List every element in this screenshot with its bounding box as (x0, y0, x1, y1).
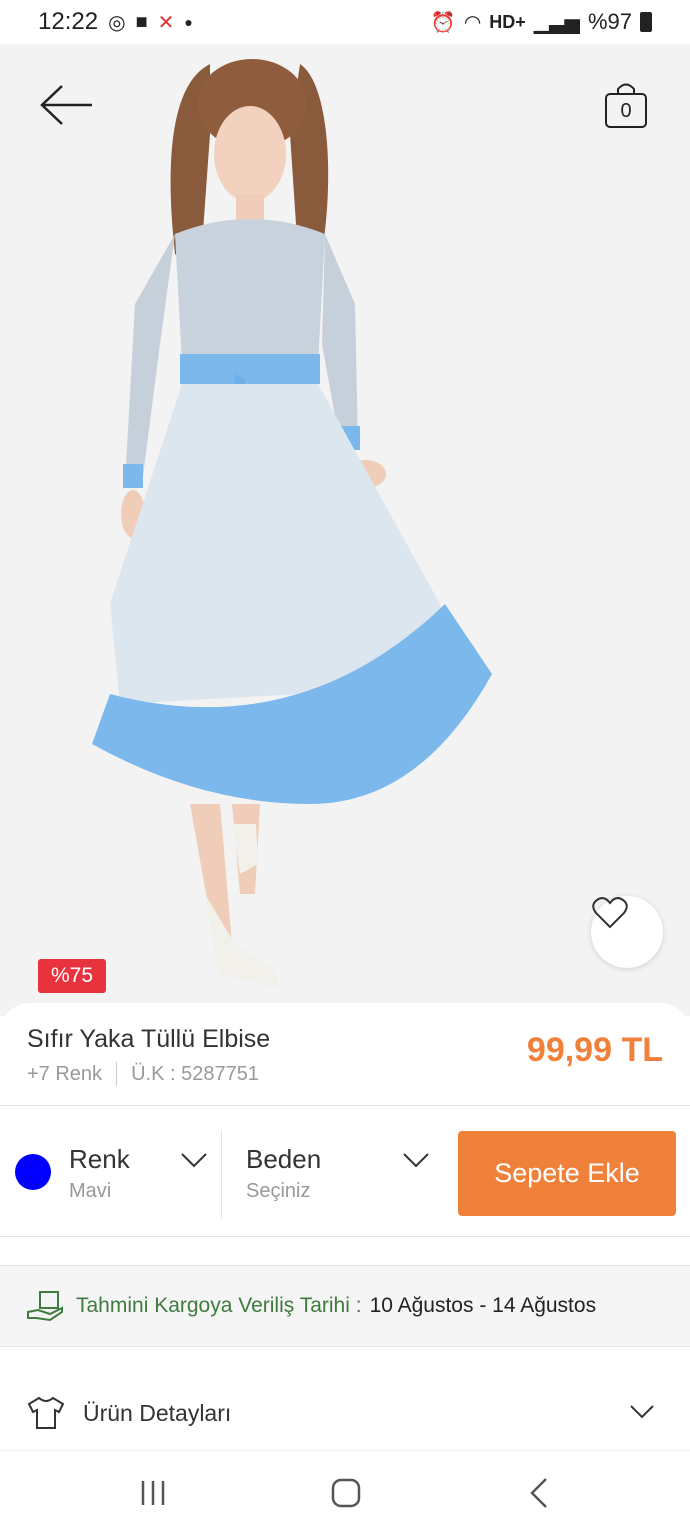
cargo-label: Tahmini Kargoya Veriliş Tarihi : (76, 1294, 362, 1317)
color-value: Mavi (69, 1180, 112, 1202)
color-label: Renk (69, 1144, 130, 1174)
model-photo (0, 44, 690, 1016)
battery-text: %97 (587, 9, 632, 34)
dot-icon: ● (184, 14, 193, 30)
product-details-row[interactable]: Ürün Detayları (0, 1376, 690, 1450)
network-label: HD+ (489, 11, 526, 32)
status-bar: 12:22 ◎ ■ ✕ ● ⏰ ◠ HD+ ▁▃▅ %97 (0, 0, 690, 44)
status-left: 12:22 ◎ ■ ✕ ● (38, 8, 193, 36)
cargo-info: Tahmini Kargoya Veriliş Tarihi : 10 Ağus… (0, 1265, 690, 1347)
selector-row: Renk Mavi Beden Seçiniz Sepete Ekle (0, 1105, 690, 1237)
app-icon: ✕ (157, 11, 175, 34)
heart-icon (592, 897, 628, 929)
wifi-icon: ◠ (463, 11, 482, 34)
chevron-down-icon (630, 1405, 654, 1419)
color-selector[interactable]: Renk Mavi (0, 1106, 221, 1238)
size-selector[interactable]: Beden Seçiniz (222, 1106, 450, 1238)
meta-divider (116, 1062, 118, 1086)
back-button[interactable] (38, 82, 96, 128)
signal-icon: ▁▃▅ (533, 11, 580, 34)
favorite-button[interactable] (591, 896, 663, 968)
tshirt-icon (27, 1396, 65, 1429)
product-info-card: Sıfır Yaka Tüllü Elbise +7 Renk Ü.K : 52… (0, 1003, 690, 1105)
whatsapp-icon: ◎ (108, 11, 126, 34)
chevron-down-icon (181, 1153, 207, 1168)
cart-button[interactable]: 0 (603, 80, 649, 130)
color-count-link[interactable]: +7 Renk (27, 1063, 102, 1086)
size-value: Seçiniz (246, 1180, 311, 1202)
recents-icon[interactable] (133, 1473, 173, 1513)
puzzle-icon: ■ (135, 10, 148, 33)
product-price: 99,99 TL (526, 1031, 663, 1069)
alarm-icon: ⏰ (430, 11, 456, 34)
home-icon[interactable] (326, 1473, 366, 1513)
discount-badge: %75 (38, 959, 106, 993)
product-sku: Ü.K : 5287751 (131, 1062, 259, 1085)
battery-icon (640, 12, 652, 32)
chevron-down-icon (403, 1153, 429, 1168)
cart-count: 0 (620, 100, 632, 122)
product-meta: +7 Renk Ü.K : 5287751 (27, 1062, 259, 1086)
status-right: ⏰ ◠ HD+ ▁▃▅ %97 (431, 9, 652, 35)
product-image[interactable]: 0 %75 (0, 44, 690, 1016)
add-to-cart-button[interactable]: Sepete Ekle (458, 1131, 676, 1216)
details-label: Ürün Detayları (83, 1399, 232, 1426)
product-page: 12:22 ◎ ■ ✕ ● ⏰ ◠ HD+ ▁▃▅ %97 0 %75 Sıfı… (0, 0, 690, 1533)
system-nav-bar (0, 1450, 690, 1533)
color-swatch (15, 1154, 51, 1190)
product-title: Sıfır Yaka Tüllü Elbise (27, 1025, 271, 1053)
cargo-dates: 10 Ağustos - 14 Ağustos (369, 1294, 597, 1317)
back-arrow-icon (40, 85, 92, 125)
cargo-box-icon (27, 1291, 63, 1322)
nav-back-icon[interactable] (520, 1473, 560, 1513)
size-label: Beden (246, 1144, 322, 1174)
status-time: 12:22 (38, 8, 99, 35)
